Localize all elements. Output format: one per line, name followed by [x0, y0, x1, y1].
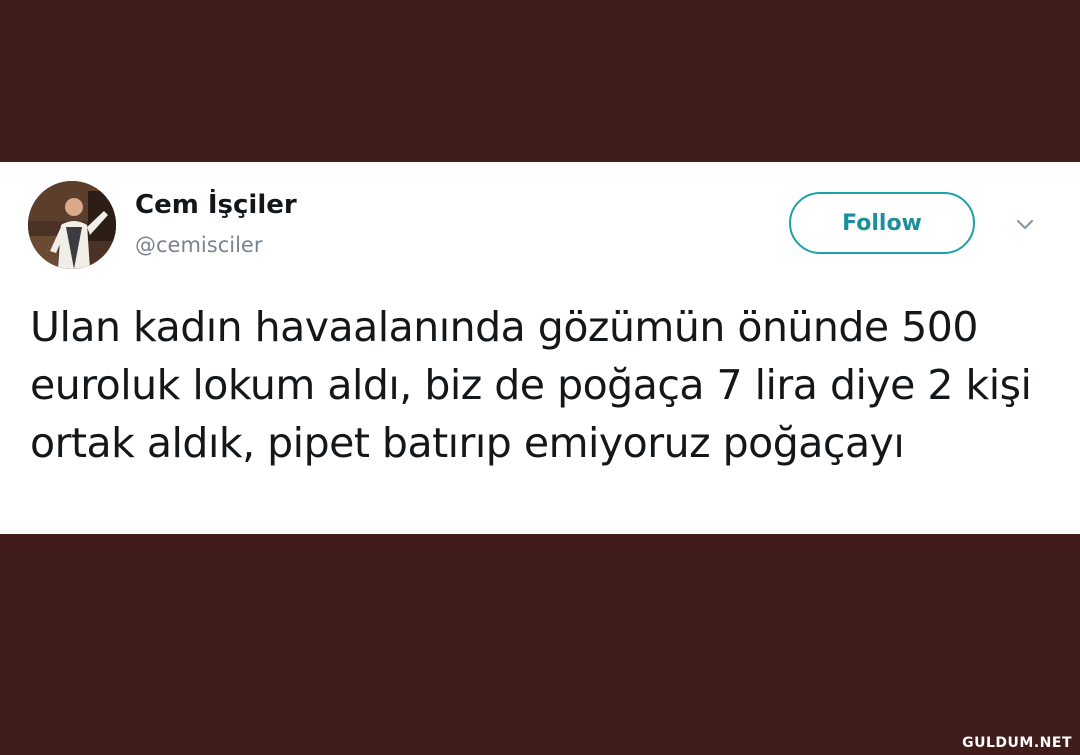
tweet-text: Ulan kadın havaalanında gözümün önünde 5…	[30, 303, 1032, 467]
author-display-name[interactable]: Cem İşçiler	[135, 189, 297, 221]
watermark: GULDUM.NET	[962, 735, 1072, 751]
avatar-image	[28, 181, 116, 269]
avatar[interactable]	[28, 181, 116, 269]
follow-button[interactable]: Follow	[789, 192, 975, 254]
page-background: Cem İşçiler @cemisciler Follow Ulan kadı…	[0, 0, 1080, 755]
follow-button-label: Follow	[842, 210, 922, 236]
author-handle[interactable]: @cemisciler	[135, 232, 262, 258]
chevron-down-icon[interactable]	[1010, 216, 1040, 236]
tweet-card: Cem İşçiler @cemisciler Follow Ulan kadı…	[0, 162, 1080, 534]
